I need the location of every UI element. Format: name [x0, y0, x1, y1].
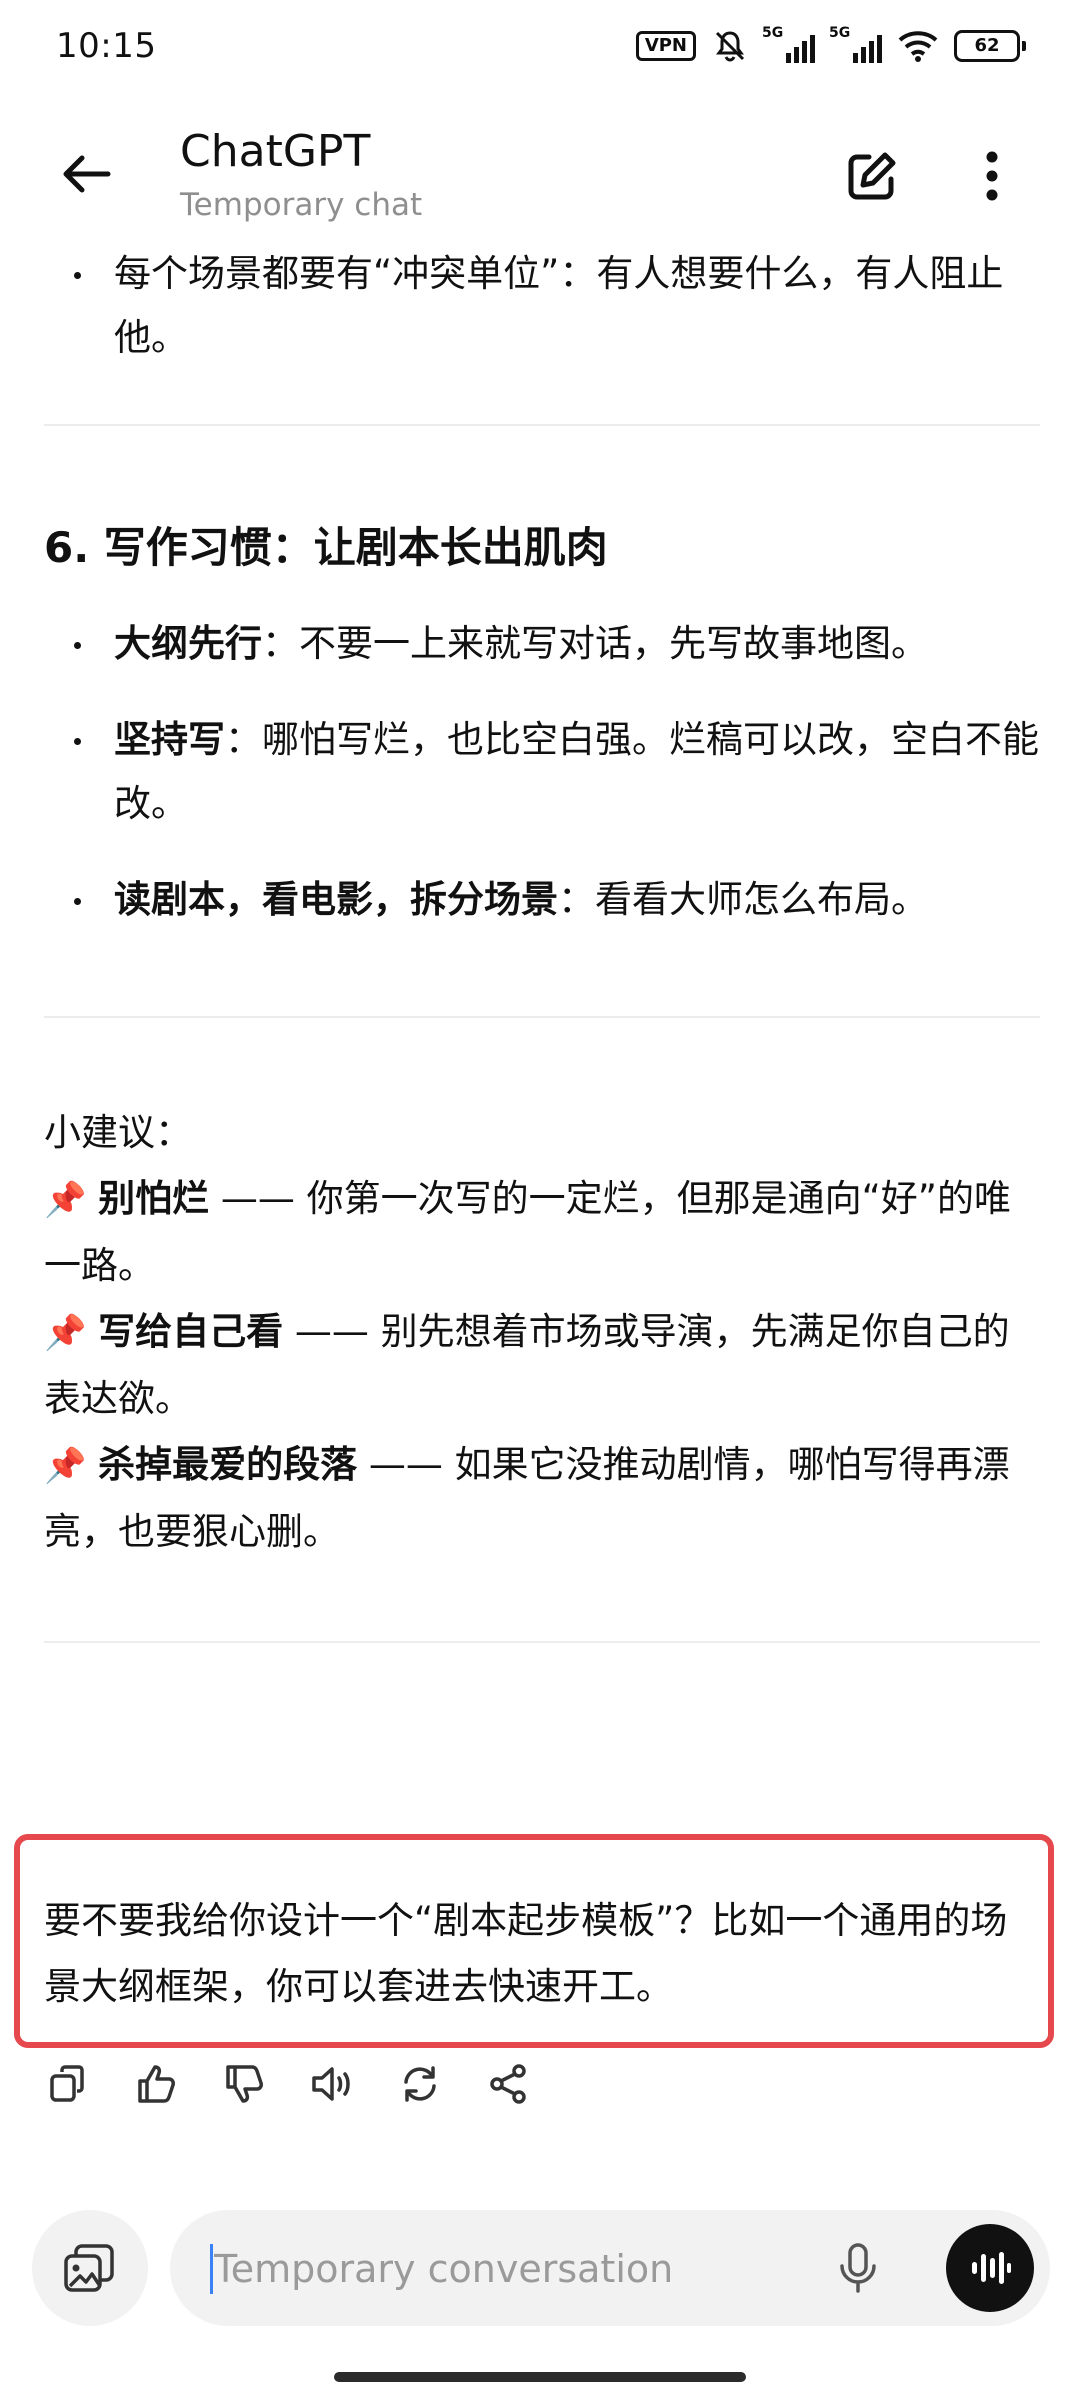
more-options-button[interactable]: [960, 144, 1024, 208]
more-vertical-icon: [986, 151, 998, 201]
signal-2-icon: 5G: [829, 25, 882, 63]
divider: [44, 1016, 1040, 1018]
closing-question: 要不要我给你设计一个“剧本起步模板”？比如一个通用的场景大纲框架，你可以套进去快…: [44, 1899, 1008, 2008]
image-attach-icon: [64, 2244, 114, 2292]
back-arrow-icon: [63, 155, 111, 193]
assistant-message: 每个场景都要有“冲突单位”：有人想要什么，有人阻止他。 6. 写作习惯：让剧本长…: [44, 242, 1040, 1643]
share-icon: [490, 2064, 526, 2104]
divider: [44, 1641, 1040, 1643]
tip-item: 📌 写给自己看 —— 别先想着市场或导演，先满足你自己的表达欲。: [44, 1310, 1010, 1420]
status-bar: 10:15 VPN 5G 5G 62: [0, 0, 1080, 92]
tips-label: 小建议：: [44, 1111, 192, 1154]
list-item: 大纲先行：不要一上来就写对话，先写故事地图。: [44, 612, 1040, 676]
like-button[interactable]: [132, 2060, 180, 2108]
dislike-button[interactable]: [220, 2060, 268, 2108]
microphone-icon: [840, 2243, 876, 2293]
message-input[interactable]: [212, 2210, 776, 2328]
edit-icon: [848, 152, 896, 200]
tip-item: 📌 别怕烂 —— 你第一次写的一定烂，但那是通向“好”的唯一路。: [44, 1177, 1011, 1287]
new-chat-button[interactable]: [840, 144, 904, 208]
copy-icon: [50, 2065, 84, 2102]
status-icons: VPN 5G 5G 62: [635, 25, 1026, 64]
input-pill: [170, 2210, 1050, 2328]
thumbs-down-icon: [226, 2065, 263, 2103]
battery-icon: 62: [954, 30, 1026, 62]
read-aloud-button[interactable]: [308, 2060, 356, 2108]
dictate-button[interactable]: [830, 2240, 886, 2296]
app-title: ChatGPT: [180, 126, 371, 177]
signal-1-icon: 5G: [762, 25, 815, 63]
list-item: 坚持写：哪怕写烂，也比空白强。烂稿可以改，空白不能改。: [44, 708, 1040, 836]
mute-bell-icon: [715, 31, 745, 62]
list-item: 每个场景都要有“冲突单位”：有人想要什么，有人阻止他。: [44, 242, 1040, 370]
thumbs-up-icon: [138, 2065, 175, 2103]
section-heading: 6. 写作习惯：让剧本长出肌肉: [44, 523, 608, 572]
voice-mode-button[interactable]: [946, 2224, 1034, 2312]
regenerate-button[interactable]: [396, 2060, 444, 2108]
regenerate-icon: [404, 2066, 436, 2102]
pushpin-icon: 📌: [44, 1446, 87, 1486]
top-app-bar: ChatGPT Temporary chat: [0, 92, 1080, 242]
vpn-icon: VPN: [635, 31, 696, 61]
list-item: 读剧本，看电影，拆分场景：看看大师怎么布局。: [44, 868, 1040, 932]
home-indicator[interactable]: [334, 2372, 746, 2382]
title-block: ChatGPT Temporary chat: [180, 124, 422, 226]
composer: [0, 2200, 1080, 2340]
attach-image-button[interactable]: [32, 2210, 148, 2326]
message-actions: [44, 2060, 532, 2108]
back-button[interactable]: [54, 142, 118, 206]
voice-waveform-icon: [972, 2252, 1011, 2284]
pushpin-icon: 📌: [44, 1313, 87, 1353]
speaker-icon: [312, 2067, 350, 2101]
copy-button[interactable]: [44, 2060, 92, 2108]
wifi-icon: [898, 31, 938, 62]
divider: [44, 424, 1040, 426]
chat-mode-subtitle: Temporary chat: [180, 187, 423, 223]
pushpin-icon: 📌: [44, 1180, 87, 1220]
status-time: 10:15: [56, 26, 157, 66]
share-button[interactable]: [484, 2060, 532, 2108]
tip-item: 📌 杀掉最爱的段落 —— 如果它没推动剧情，哪怕写得再漂亮，也要狠心删。: [44, 1443, 1010, 1553]
